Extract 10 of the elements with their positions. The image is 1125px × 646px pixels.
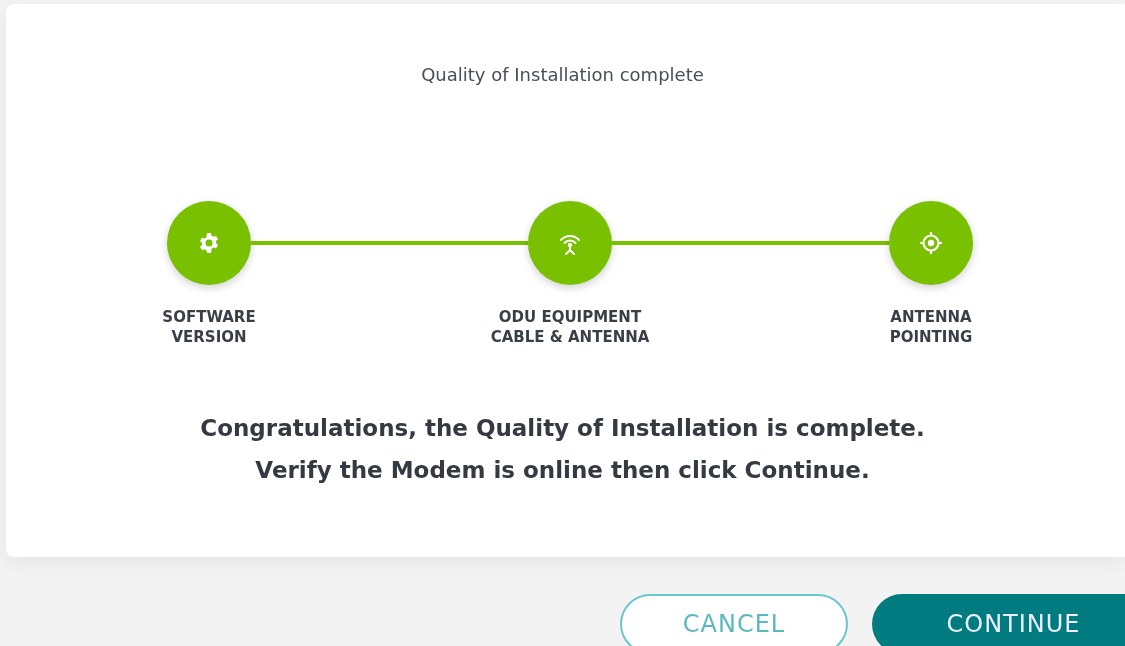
message-text: Congratulations, the Quality of Installation is complete. <box>199 414 926 443</box>
gear-icon <box>197 231 221 255</box>
step-label: ODU EQUIPMENT CABLE & ANTENNA <box>490 307 650 347</box>
cancel-button[interactable]: CANCEL <box>620 594 848 646</box>
step-label: ANTENNA POINTING <box>889 307 973 347</box>
dialog-title: Quality of Installation complete <box>420 64 705 85</box>
target-icon <box>918 230 944 256</box>
step-label: SOFTWARE VERSION <box>162 307 256 347</box>
continue-button[interactable]: CONTINUE <box>872 594 1125 646</box>
message-text: Verify the Modem is online then click Continue. <box>254 456 871 485</box>
